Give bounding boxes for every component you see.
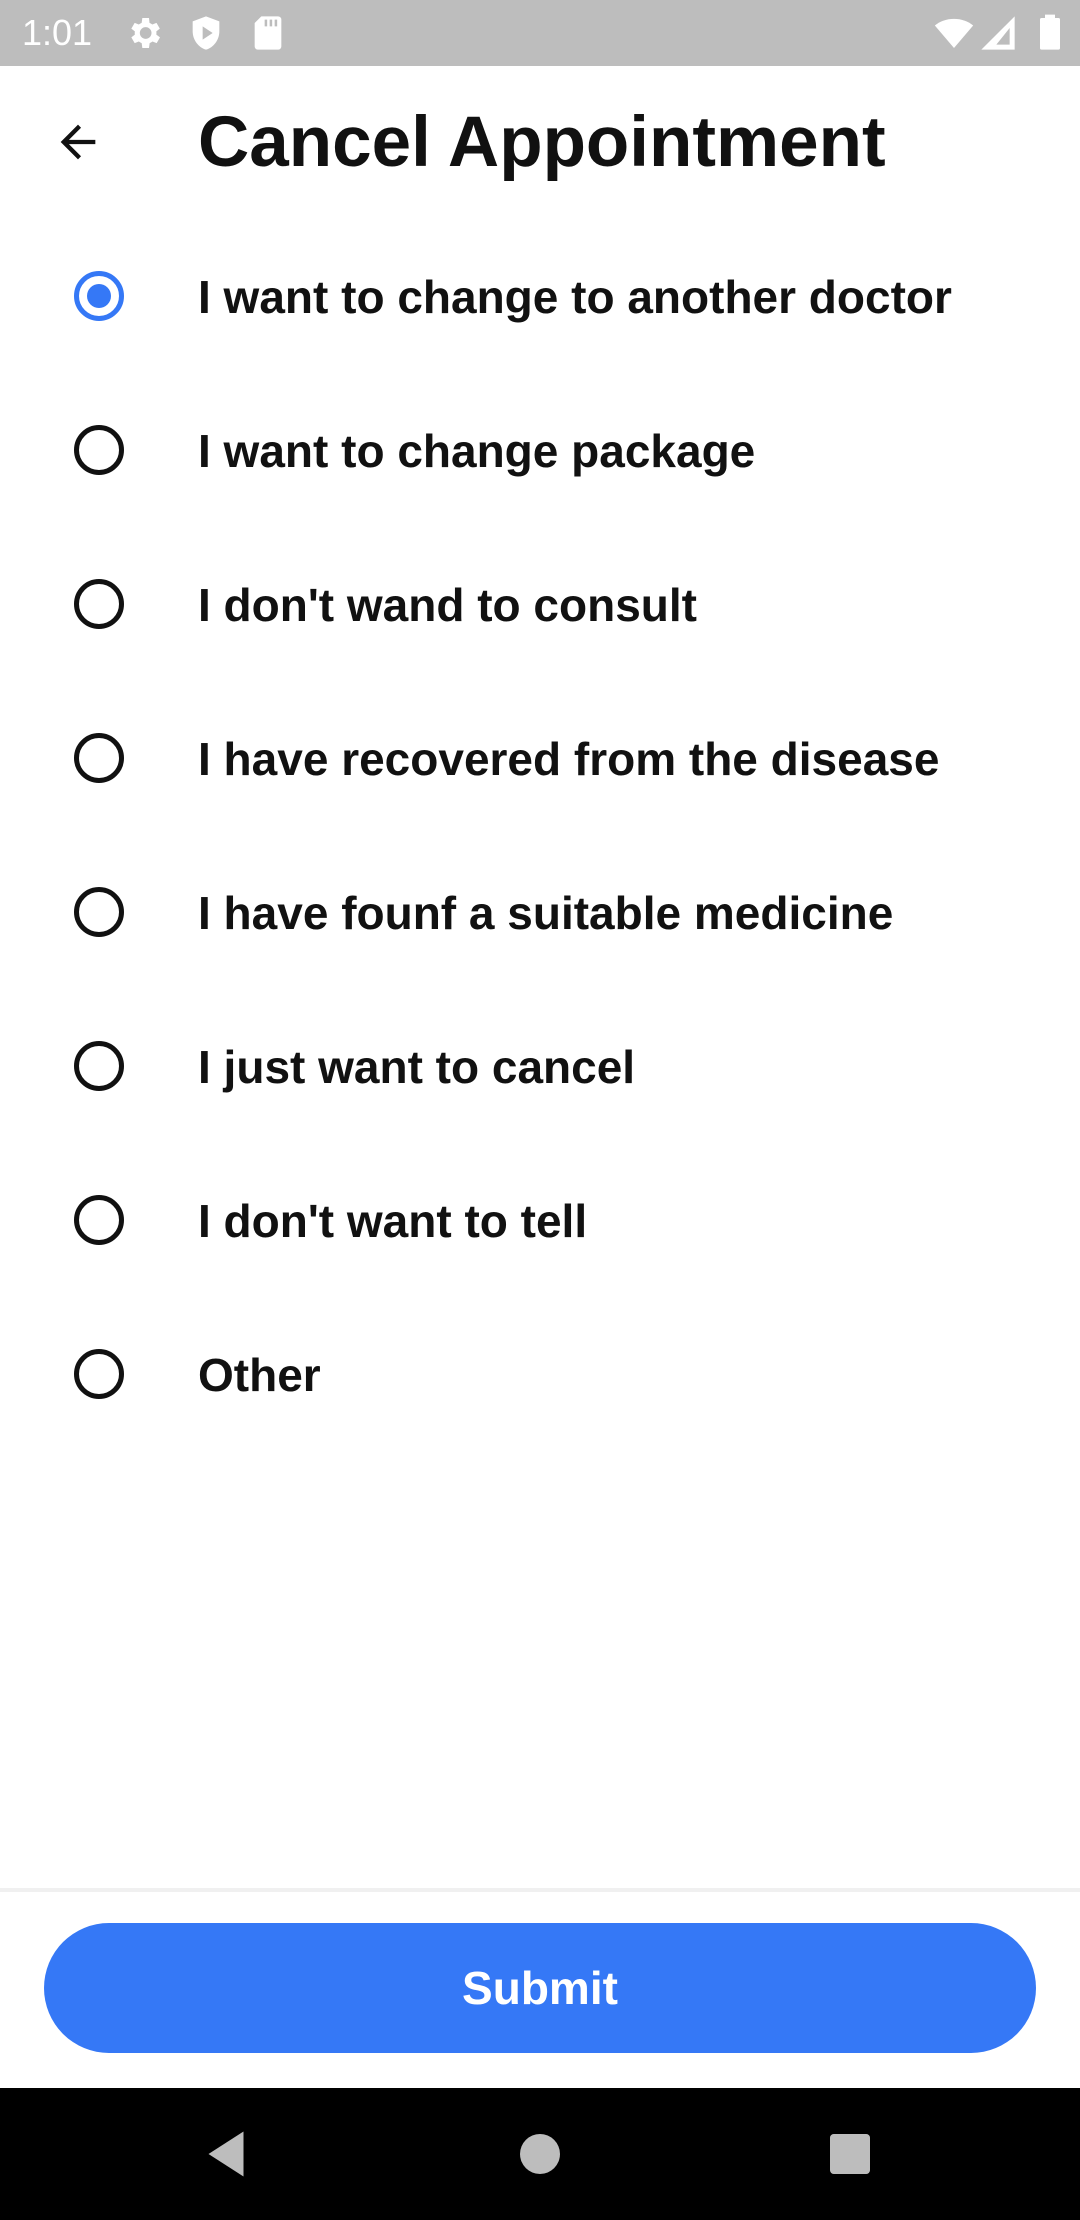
back-button[interactable] (40, 104, 116, 180)
radio-option-label: I want to change package (198, 425, 756, 477)
radio-option-label: I have founf a suitable medicine (198, 887, 894, 939)
radio-option[interactable]: I have recovered from the disease (0, 682, 1080, 836)
radio-button[interactable] (74, 733, 124, 783)
back-triangle-icon[interactable] (196, 2124, 256, 2184)
radio-option[interactable]: I just want to cancel (0, 990, 1080, 1144)
submit-button[interactable]: Submit (44, 1923, 1036, 2053)
radio-option[interactable]: I want to change to another doctor (0, 220, 1080, 374)
radio-button[interactable] (74, 425, 124, 475)
footer-divider (0, 1888, 1080, 1892)
status-bar: 1:01 (0, 0, 1080, 66)
settings-icon (131, 18, 160, 48)
arrow-left-icon (60, 124, 96, 160)
sd-card-icon (254, 16, 282, 50)
radio-button[interactable] (74, 1349, 124, 1399)
radio-option[interactable]: Other (0, 1298, 1080, 1452)
cancel-reason-list: I want to change to another doctor I want… (0, 220, 1080, 1452)
radio-option-label: I want to change to another doctor (198, 271, 952, 323)
page-title: Cancel Appointment (198, 103, 886, 182)
app-bar: Cancel Appointment (0, 66, 1080, 220)
radio-option[interactable]: I don't want to tell (0, 1144, 1080, 1298)
radio-option[interactable]: I want to change package (0, 374, 1080, 528)
radio-option-label: I don't want to tell (198, 1195, 588, 1247)
radio-button-checked[interactable] (74, 271, 124, 321)
radio-button[interactable] (74, 1195, 124, 1245)
status-time: 1:01 (22, 12, 93, 53)
radio-button[interactable] (74, 579, 124, 629)
recents-square-icon[interactable] (820, 2124, 880, 2184)
radio-button[interactable] (74, 1041, 124, 1091)
battery-icon (1040, 14, 1060, 50)
radio-option[interactable]: I don't wand to consult (0, 528, 1080, 682)
wifi-icon (934, 18, 974, 48)
signal-icon (981, 16, 1015, 50)
radio-button[interactable] (74, 887, 124, 937)
system-nav-bar (0, 2088, 1080, 2220)
shield-play-icon (192, 16, 220, 50)
radio-option-label: I have recovered from the disease (198, 733, 940, 785)
radio-option-label: I just want to cancel (198, 1041, 636, 1093)
radio-option-label: Other (198, 1349, 321, 1401)
radio-option[interactable]: I have founf a suitable medicine (0, 836, 1080, 990)
home-circle-icon[interactable] (510, 2124, 570, 2184)
radio-option-label: I don't wand to consult (198, 579, 697, 631)
